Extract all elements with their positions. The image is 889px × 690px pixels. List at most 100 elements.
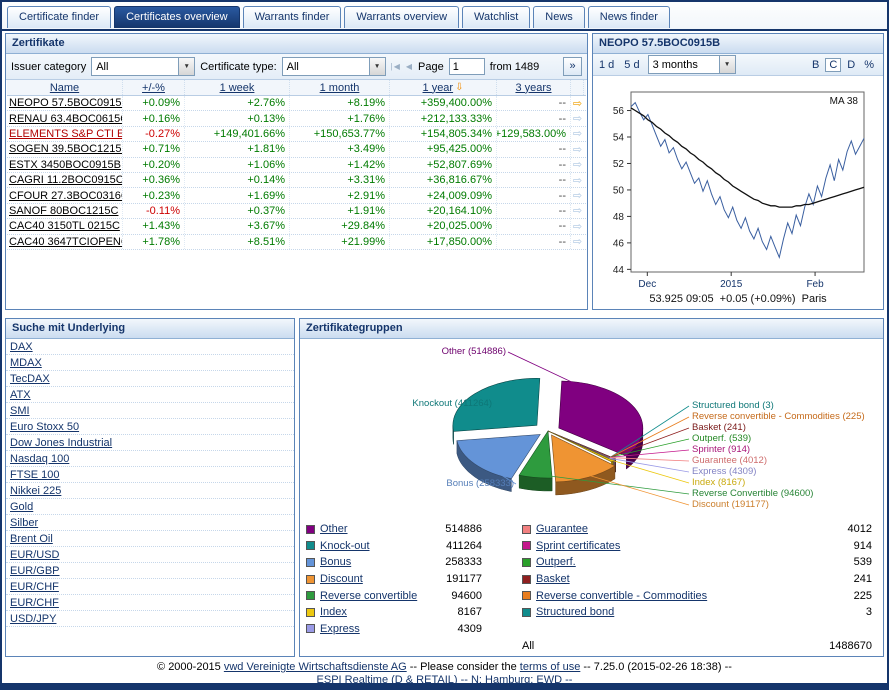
period-select[interactable]: 3 months ▼: [648, 55, 736, 74]
column-header-link[interactable]: 1 week: [220, 82, 255, 94]
legend-label-structured-bond[interactable]: Structured bond: [536, 606, 614, 618]
tab-news[interactable]: News: [533, 6, 585, 28]
underlying-link-eur-chf[interactable]: EUR/CHF: [10, 581, 59, 593]
column-header-link[interactable]: Name: [50, 82, 79, 94]
view-button-d[interactable]: D: [844, 59, 858, 71]
legend-label-basket[interactable]: Basket: [536, 573, 570, 585]
view-button-percent[interactable]: %: [861, 59, 877, 71]
legend-value: 191177: [446, 573, 482, 585]
column-header-link[interactable]: 3 years: [515, 82, 551, 94]
list-item: Brent Oil: [6, 531, 294, 547]
panel-instrument-chart: NEOPO 57.5BOC0915B 1 d5 d 3 months ▼ BCD…: [592, 33, 884, 310]
first-page-icon[interactable]: |◀: [391, 62, 401, 71]
terms-of-use-link[interactable]: terms of use: [520, 661, 581, 673]
instrument-link[interactable]: RENAU 63.4BOC0615C: [9, 113, 123, 125]
instrument-link[interactable]: NEOPO 57.5BOC0915B: [9, 97, 123, 109]
view-button-c[interactable]: C: [825, 58, 841, 72]
underlying-link-nikkei-225[interactable]: Nikkei 225: [10, 485, 61, 497]
row-arrow-icon[interactable]: ⇨: [573, 220, 582, 233]
underlying-link-usd-jpy[interactable]: USD/JPY: [10, 613, 56, 625]
column-header-link[interactable]: 1 month: [320, 82, 360, 94]
prev-page-icon[interactable]: ◀: [406, 62, 413, 71]
next-page-button[interactable]: »: [563, 57, 582, 76]
column-header-link[interactable]: +/-%: [142, 82, 165, 94]
row-arrow-icon[interactable]: ⇨: [573, 127, 582, 140]
instrument-link[interactable]: CFOUR 27.3BOC0316C: [9, 190, 123, 202]
panel-certificate-groups: Zertifikategruppen Other (514886)Bonus (…: [299, 318, 884, 657]
legend-label-knock-out[interactable]: Knock-out: [320, 540, 370, 552]
certificate-type-label: Certificate type:: [200, 61, 276, 73]
row-arrow-icon[interactable]: ⇨: [573, 174, 582, 187]
issuer-category-select[interactable]: All ▼: [91, 57, 195, 76]
legend-swatch: [306, 541, 315, 550]
legend-swatch: [522, 575, 531, 584]
underlying-link-silber[interactable]: Silber: [10, 517, 38, 529]
row-arrow-icon[interactable]: ⇨: [573, 112, 582, 125]
instrument-link[interactable]: SOGEN 39.5BOC1215C: [9, 143, 123, 155]
underlying-link-eur-usd[interactable]: EUR/USD: [10, 549, 60, 561]
page-input[interactable]: [449, 58, 485, 75]
underlying-link-atx[interactable]: ATX: [10, 389, 31, 401]
underlying-link-dow-jones-industrial[interactable]: Dow Jones Industrial: [10, 437, 112, 449]
list-item: DAX: [6, 339, 294, 355]
legend-label-other[interactable]: Other: [320, 523, 348, 535]
legend-label-reverse-convertible-commodities[interactable]: Reverse convertible - Commodities: [536, 590, 707, 602]
instrument-link[interactable]: SANOF 80BOC1215C: [9, 205, 118, 217]
underlying-link-tecdax[interactable]: TecDAX: [10, 373, 50, 385]
cell-value: +0.36%: [123, 173, 185, 187]
underlying-link-dax[interactable]: DAX: [10, 341, 33, 353]
underlying-link-gold[interactable]: Gold: [10, 501, 33, 513]
legend-label-guarantee[interactable]: Guarantee: [536, 523, 588, 535]
tab-warrants-finder[interactable]: Warrants finder: [243, 6, 342, 28]
cell-value: +212,133.33%: [390, 111, 497, 125]
instrument-link[interactable]: ESTX 3450BOC0915B: [9, 159, 121, 171]
underlying-link-eur-gbp[interactable]: EUR/GBP: [10, 565, 60, 577]
list-item: Dow Jones Industrial: [6, 435, 294, 451]
tab-news-finder[interactable]: News finder: [588, 6, 670, 28]
legend-label-sprint-certificates[interactable]: Sprint certificates: [536, 540, 620, 552]
column-header-link[interactable]: 1 year: [423, 82, 454, 94]
cell-name: ESTX 3450BOC0915B: [7, 158, 123, 172]
cell-value: +0.09%: [123, 96, 185, 110]
total-label: All: [522, 640, 534, 652]
tab-certificate-finder[interactable]: Certificate finder: [7, 6, 111, 28]
instrument-link[interactable]: CAC40 3647TCIOPENC: [9, 236, 123, 248]
instrument-link[interactable]: ELEMENTS S&P CTI ETN: [9, 128, 123, 140]
underlying-link-eur-chf[interactable]: EUR/CHF: [10, 597, 59, 609]
view-button-b[interactable]: B: [809, 59, 822, 71]
legend-label-discount[interactable]: Discount: [320, 573, 363, 585]
range-button-5-d[interactable]: 5 d: [624, 59, 639, 71]
legend-label-index[interactable]: Index: [320, 606, 347, 618]
company-link[interactable]: vwd Vereinigte Wirtschaftsdienste AG: [224, 661, 407, 673]
column-header-1-week: 1 week: [185, 80, 290, 95]
underlying-link-ftse-100[interactable]: FTSE 100: [10, 469, 60, 481]
legend-item: Guarantee4012: [522, 521, 872, 538]
tab-watchlist[interactable]: Watchlist: [462, 6, 530, 28]
underlying-link-euro-stoxx-50[interactable]: Euro Stoxx 50: [10, 421, 79, 433]
tab-warrants-overview[interactable]: Warrants overview: [344, 6, 459, 28]
certificate-type-select[interactable]: All ▼: [282, 57, 386, 76]
tab-certificates-overview[interactable]: Certificates overview: [114, 6, 239, 28]
range-button-1-d[interactable]: 1 d: [599, 59, 614, 71]
legend-label-express[interactable]: Express: [320, 623, 360, 635]
row-arrow-icon[interactable]: ⇨: [573, 204, 582, 217]
row-arrow-icon[interactable]: ⇨: [573, 158, 582, 171]
cell-value: +0.71%: [123, 142, 185, 156]
row-arrow-icon[interactable]: ⇨: [573, 143, 582, 156]
instrument-link[interactable]: CAC40 3150TL 0215C: [9, 220, 120, 232]
row-arrow-icon[interactable]: ⇨: [573, 235, 582, 248]
instrument-link[interactable]: CAGRI 11.2BOC0915C: [9, 174, 123, 186]
cell-value: +150,653.77%: [290, 127, 390, 141]
cell-value: +21.99%: [290, 235, 390, 249]
underlying-link-smi[interactable]: SMI: [10, 405, 30, 417]
row-arrow-icon[interactable]: ⇨: [573, 97, 582, 110]
underlying-link-brent-oil[interactable]: Brent Oil: [10, 533, 53, 545]
legend-item: Reverse convertible94600: [306, 587, 482, 604]
row-arrow-icon[interactable]: ⇨: [573, 189, 582, 202]
legend-label-outperf[interactable]: Outperf.: [536, 556, 576, 568]
underlying-link-nasdaq-100[interactable]: Nasdaq 100: [10, 453, 69, 465]
pie-slice-knock-out[interactable]: [453, 378, 540, 431]
legend-label-reverse-convertible[interactable]: Reverse convertible: [320, 590, 417, 602]
legend-label-bonus[interactable]: Bonus: [320, 556, 351, 568]
underlying-link-mdax[interactable]: MDAX: [10, 357, 42, 369]
